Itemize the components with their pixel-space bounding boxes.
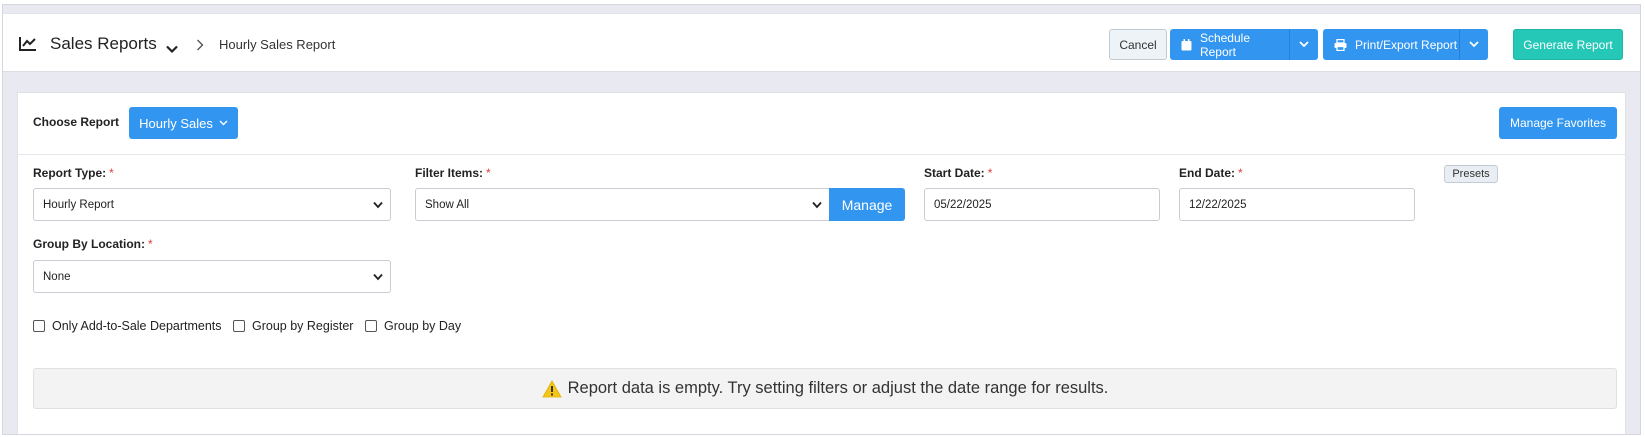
chevron-down-icon[interactable] (166, 41, 178, 54)
line-chart-icon (19, 36, 37, 52)
printer-icon (1334, 38, 1347, 51)
end-date-input[interactable]: 12/22/2025 (1179, 188, 1415, 221)
checkbox-label: Group by Register (252, 319, 354, 333)
breadcrumb-current: Hourly Sales Report (219, 37, 336, 52)
end-date-label: End Date: * (1179, 166, 1243, 180)
report-type-select[interactable]: Hourly Report (33, 188, 391, 221)
chevron-down-icon (1299, 41, 1309, 48)
report-type-value: Hourly Report (43, 198, 114, 211)
schedule-report-dropdown[interactable] (1289, 29, 1318, 60)
group-by-location-select[interactable]: None (33, 260, 391, 293)
app-frame: Sales Reports Hourly Sales Report Cancel… (2, 4, 1641, 435)
choose-report-label: Choose Report (33, 115, 120, 129)
print-export-split-button: Print/Export Report (1323, 29, 1488, 60)
report-type-label: Report Type: * (33, 166, 114, 180)
empty-report-alert: Report data is empty. Try setting filter… (33, 368, 1617, 409)
presets-button[interactable]: Presets (1444, 165, 1498, 183)
group-by-register-checkbox[interactable]: Group by Register (233, 319, 353, 333)
chevron-down-icon (373, 273, 383, 281)
start-date-input[interactable]: 05/22/2025 (924, 188, 1160, 221)
chevron-right-icon (196, 38, 204, 51)
filter-items-value: Show All (425, 198, 470, 211)
checkbox-label: Only Add-to-Sale Departments (52, 319, 222, 333)
print-export-label: Print/Export Report (1355, 37, 1458, 52)
group-by-location-label: Group By Location: * (33, 237, 153, 251)
calendar-icon (1181, 38, 1192, 50)
cancel-button[interactable]: Cancel (1109, 29, 1167, 60)
print-export-dropdown[interactable] (1459, 29, 1488, 60)
schedule-report-label: Schedule Report (1199, 30, 1250, 59)
chevron-down-icon (812, 201, 822, 209)
choose-report-value: Hourly Sales (139, 115, 213, 131)
chevron-down-icon (1469, 41, 1479, 48)
choose-report-dropdown[interactable]: Hourly Sales (129, 107, 238, 139)
chevron-down-icon (219, 120, 228, 126)
only-add-to-sale-checkbox[interactable]: Only Add-to-Sale Departments (33, 319, 222, 333)
divider (18, 154, 1625, 155)
schedule-report-button[interactable]: Schedule Report (1170, 29, 1289, 60)
filter-items-label: Filter Items: * (415, 166, 491, 180)
top-bar: Sales Reports Hourly Sales Report Cancel… (3, 13, 1640, 72)
warning-icon (541, 379, 562, 397)
schedule-report-split-button: Schedule Report (1170, 29, 1318, 60)
chevron-down-icon (373, 201, 383, 209)
group-by-day-checkbox[interactable]: Group by Day (365, 319, 461, 333)
checkbox-box[interactable] (233, 320, 245, 332)
breadcrumb-title[interactable]: Sales Reports (50, 34, 157, 54)
checkbox-box[interactable] (365, 320, 377, 332)
start-date-label: Start Date: * (924, 166, 993, 180)
alert-message: Report data is empty. Try setting filter… (567, 379, 1109, 397)
print-export-button[interactable]: Print/Export Report (1323, 29, 1459, 60)
checkbox-box[interactable] (33, 320, 45, 332)
manage-favorites-button[interactable]: Manage Favorites (1499, 107, 1617, 139)
report-card: Choose Report Hourly Sales Manage Favori… (17, 92, 1626, 434)
checkbox-label: Group by Day (384, 319, 462, 333)
manage-filter-button[interactable]: Manage (829, 188, 905, 221)
end-date-value: 12/22/2025 (1189, 198, 1247, 211)
filter-items-select[interactable]: Show All (415, 188, 830, 221)
group-by-location-value: None (43, 270, 71, 283)
start-date-value: 05/22/2025 (934, 198, 992, 211)
generate-report-button[interactable]: Generate Report (1513, 29, 1623, 60)
